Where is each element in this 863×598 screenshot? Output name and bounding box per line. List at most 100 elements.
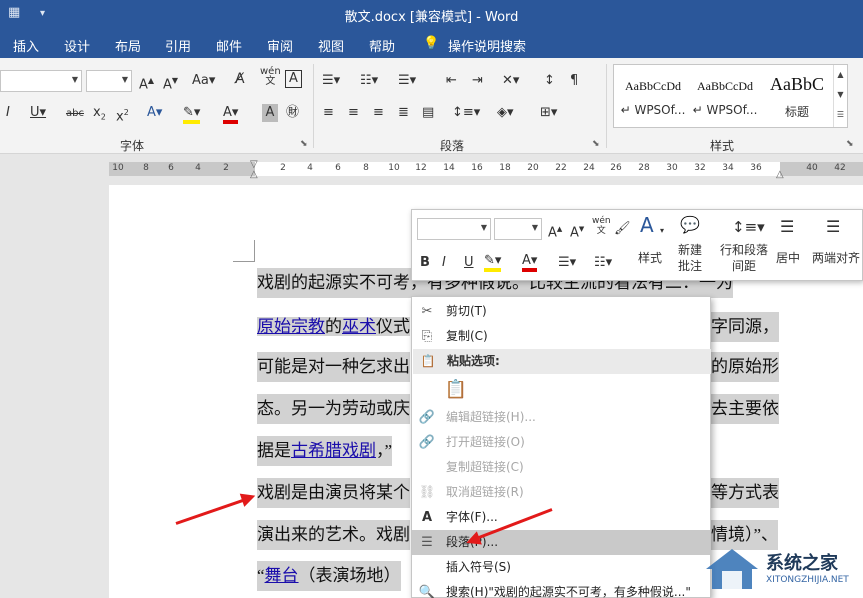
align-left-icon[interactable]: ≡ <box>323 104 334 122</box>
doc-line-right[interactable]: 字同源， <box>711 312 779 342</box>
doc-line[interactable]: 戏剧是由演员将某个 <box>257 478 410 508</box>
borders-icon[interactable]: ⊞▾ <box>540 104 557 122</box>
line-spacing-icon[interactable]: ↕≡▾ <box>732 218 765 236</box>
tab-layout[interactable]: 布局 <box>115 36 141 55</box>
paragraph-dialog-launcher-icon[interactable]: ⬊ <box>592 139 600 149</box>
font-color-icon[interactable]: A▾ <box>223 104 239 124</box>
enclose-char-icon[interactable]: ㊖ <box>286 104 299 122</box>
tell-me-search[interactable]: 操作说明搜索 <box>448 36 526 55</box>
style-heading[interactable]: AaBbC 标题 <box>762 65 832 127</box>
font-dialog-launcher-icon[interactable]: ⬊ <box>300 139 308 149</box>
align-center-icon[interactable]: ☰ <box>780 218 794 236</box>
numbering-icon[interactable]: ☷▾ <box>360 72 378 90</box>
hyperlink[interactable]: 古希腊戏剧 <box>291 441 376 460</box>
menu-item-open-hyperlink[interactable]: 🔗 打开超链接(O) <box>412 430 710 455</box>
hyperlink[interactable]: 原始宗教 <box>257 317 325 336</box>
new-comment-icon[interactable]: 💬 <box>680 216 700 234</box>
gallery-scroll[interactable]: ▲ ▼ ☰ <box>833 65 847 127</box>
chevron-down-icon[interactable]: ▾ <box>660 222 664 240</box>
change-case-icon[interactable]: Aa▾ <box>192 72 215 90</box>
line-spacing-icon[interactable]: ↕≡▾ <box>452 104 480 122</box>
styles-dialog-launcher-icon[interactable]: ⬊ <box>846 139 854 149</box>
underline-icon[interactable]: U <box>464 254 474 272</box>
text-effects-icon[interactable]: A▾ <box>147 104 162 122</box>
show-marks-icon[interactable]: ¶ <box>570 72 578 90</box>
doc-line[interactable]: 演出来的艺术。戏剧 <box>257 520 410 550</box>
bullets-icon[interactable]: ☰▾ <box>322 72 340 90</box>
format-painter-icon[interactable]: 🖌 <box>614 220 631 238</box>
doc-line[interactable]: 态。另一为劳动或庆 <box>257 394 410 424</box>
mini-font-name-combo[interactable]: ▼ <box>417 218 491 240</box>
bullets-icon[interactable]: ☰▾ <box>558 254 576 272</box>
shading-icon[interactable]: ◈▾ <box>497 104 514 122</box>
style-normal[interactable]: AaBbCcDd ↵ WPSOf... <box>618 65 688 127</box>
shrink-font-icon[interactable]: A▼ <box>163 72 178 94</box>
chinese-layout-icon[interactable]: ✕▾ <box>502 72 519 90</box>
doc-line-right[interactable]: 的原始形 <box>711 352 779 382</box>
highlight-icon[interactable]: ✎▾ <box>183 104 201 124</box>
tab-view[interactable]: 视图 <box>318 36 344 55</box>
char-border-icon[interactable]: A <box>285 70 302 88</box>
phonetic-guide-icon[interactable]: wén 文 <box>592 216 611 236</box>
justify-icon[interactable]: ☰ <box>826 218 840 236</box>
doc-line[interactable]: 原始宗教的巫术仪式 <box>257 312 410 342</box>
styles-icon[interactable]: A <box>640 215 654 235</box>
italic-icon[interactable]: I <box>6 104 10 122</box>
increase-indent-icon[interactable]: ⇥ <box>472 72 483 90</box>
center-label[interactable]: 居中 <box>776 250 800 266</box>
menu-item-search[interactable]: 🔍 搜索(H)"戏剧的起源实不可考，有多种假说..." <box>412 580 710 598</box>
justify-icon[interactable]: ≣ <box>398 104 409 122</box>
menu-item-edit-hyperlink[interactable]: 🔗 编辑超链接(H)... <box>412 405 710 430</box>
underline-icon[interactable]: U▾ <box>30 104 46 122</box>
doc-line-right[interactable]: 等方式表 <box>711 478 779 508</box>
font-size-combo[interactable]: ▼ <box>86 70 132 92</box>
doc-line-right[interactable]: 去主要依 <box>711 394 779 424</box>
distributed-icon[interactable]: ▤ <box>422 104 434 122</box>
menu-item-paragraph[interactable]: ☰段落(P)... <box>412 530 710 555</box>
menu-item-insert-symbol[interactable]: 插入符号(S) <box>412 555 710 580</box>
style-body[interactable]: AaBbCcDd ↵ WPSOf... <box>690 65 760 127</box>
menu-item-copy-hyperlink[interactable]: 复制超链接(C) <box>412 455 710 480</box>
tab-references[interactable]: 引用 <box>165 36 191 55</box>
chevron-down-icon[interactable]: ▼ <box>834 85 847 105</box>
doc-line[interactable]: 可能是对一种乞求出 <box>257 352 410 382</box>
chevron-up-icon[interactable]: ▲ <box>834 65 847 85</box>
tab-insert[interactable]: 插入 <box>13 36 39 55</box>
menu-item-cut[interactable]: ✂ 剪切(T) <box>412 299 710 324</box>
bold-icon[interactable]: B <box>420 254 430 272</box>
char-shading-icon[interactable]: A <box>262 104 278 122</box>
mini-font-size-combo[interactable]: ▼ <box>494 218 542 240</box>
hyperlink[interactable]: 舞台 <box>265 566 299 585</box>
sort-icon[interactable]: ↕ <box>544 72 555 90</box>
gallery-more-icon[interactable]: ☰ <box>834 105 847 125</box>
tab-mailings[interactable]: 邮件 <box>216 36 242 55</box>
clear-format-icon[interactable]: A̸ <box>235 70 245 88</box>
line-spacing-label[interactable]: 行和段落间距 <box>716 242 772 274</box>
multilevel-list-icon[interactable]: ☰▾ <box>398 72 416 90</box>
left-indent-marker[interactable]: △ <box>250 169 258 180</box>
tab-design[interactable]: 设计 <box>64 36 90 55</box>
paste-text-only-icon[interactable]: 📋 <box>444 375 468 405</box>
doc-line[interactable]: 据是古希腊戏剧，” <box>257 436 393 466</box>
right-indent-marker[interactable]: △ <box>776 169 784 180</box>
justify-label[interactable]: 两端对齐 <box>812 250 860 266</box>
align-right-icon[interactable]: ≡ <box>373 104 384 122</box>
subscript-icon[interactable]: x2 <box>93 104 106 127</box>
new-comment-label[interactable]: 新建批注 <box>676 242 704 274</box>
numbering-icon[interactable]: ☷▾ <box>594 254 612 272</box>
doc-line[interactable]: “舞台（表演场地） <box>257 561 401 591</box>
menu-item-remove-hyperlink[interactable]: ⛓ 取消超链接(R) <box>412 480 710 505</box>
superscript-icon[interactable]: x2 <box>116 104 129 126</box>
font-color-icon[interactable]: A▾ <box>522 252 538 272</box>
strikethrough-icon[interactable]: abc <box>66 105 84 123</box>
phonetic-guide-icon[interactable]: wén 文 <box>260 67 281 87</box>
hyperlink[interactable]: 巫术 <box>342 317 376 336</box>
grow-font-icon[interactable]: A▲ <box>139 72 154 94</box>
horizontal-ruler[interactable]: 10 8 6 4 2 2 4 6 8 10 12 14 16 18 20 22 … <box>0 159 863 180</box>
tab-help[interactable]: 帮助 <box>369 36 395 55</box>
italic-icon[interactable]: I <box>442 254 446 272</box>
highlight-icon[interactable]: ✎▾ <box>484 252 502 272</box>
shrink-font-icon[interactable]: A▼ <box>570 220 584 242</box>
align-center-icon[interactable]: ≡ <box>348 104 359 122</box>
font-name-combo[interactable]: ▼ <box>0 70 82 92</box>
